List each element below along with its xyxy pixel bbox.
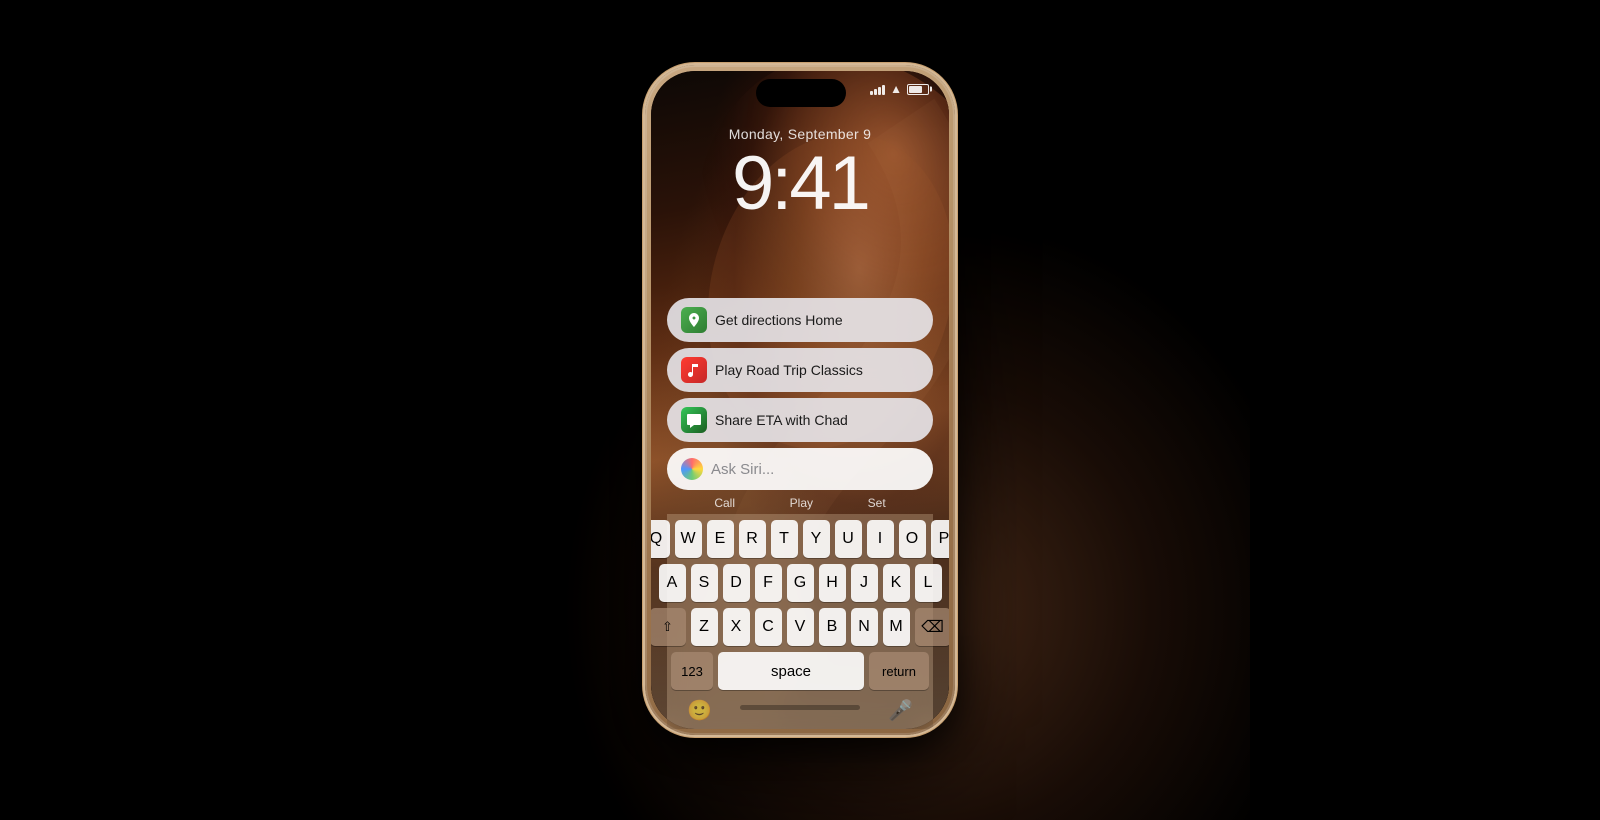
signal-icon [870, 83, 885, 95]
key-d[interactable]: D [723, 564, 750, 602]
lock-content: Monday, September 9 9:41 [651, 126, 949, 222]
signal-bar-1 [870, 91, 873, 95]
lock-time: 9:41 [651, 146, 949, 222]
keyboard-row-1: Q W E R T Y U I O P [671, 520, 929, 558]
key-i[interactable]: I [867, 520, 894, 558]
shortcut-labels: Call Play Set [667, 494, 933, 514]
microphone-button[interactable]: 🎤 [888, 698, 913, 723]
key-r[interactable]: R [739, 520, 766, 558]
key-f[interactable]: F [755, 564, 782, 602]
suggestion-directions-text: Get directions Home [715, 312, 843, 328]
key-c[interactable]: C [755, 608, 782, 646]
key-h[interactable]: H [819, 564, 846, 602]
key-w[interactable]: W [675, 520, 702, 558]
key-s[interactable]: S [691, 564, 718, 602]
screen: ▲ Monday, September 9 9:41 [651, 71, 949, 729]
key-m[interactable]: M [883, 608, 910, 646]
key-j[interactable]: J [851, 564, 878, 602]
siri-orb-icon [681, 458, 703, 480]
lock-date: Monday, September 9 [651, 126, 949, 142]
maps-icon [681, 307, 707, 333]
emoji-button[interactable]: 🙂 [687, 698, 712, 723]
iphone-frame: ▲ Monday, September 9 9:41 [645, 65, 955, 735]
shift-key[interactable]: ⇧ [651, 608, 686, 646]
keyboard-row-3: ⇧ Z X C V B N M ⌫ [671, 608, 929, 646]
scene: ▲ Monday, September 9 9:41 [0, 0, 1600, 800]
key-q[interactable]: Q [651, 520, 670, 558]
key-g[interactable]: G [787, 564, 814, 602]
key-z[interactable]: Z [691, 608, 718, 646]
home-indicator [740, 705, 860, 710]
shortcut-call: Call [714, 496, 735, 510]
suggestion-messages[interactable]: Share ETA with Chad [667, 398, 933, 442]
key-e[interactable]: E [707, 520, 734, 558]
suggestion-directions[interactable]: Get directions Home [667, 298, 933, 342]
status-right: ▲ [870, 83, 929, 95]
signal-bar-3 [878, 87, 881, 95]
battery-icon [907, 84, 929, 95]
key-v[interactable]: V [787, 608, 814, 646]
siri-area: Get directions Home Play Road Trip Class… [651, 286, 949, 729]
signal-bar-2 [874, 89, 877, 95]
siri-placeholder: Ask Siri... [711, 461, 919, 478]
shortcut-set: Set [868, 496, 886, 510]
return-key[interactable]: return [869, 652, 929, 690]
key-b[interactable]: B [819, 608, 846, 646]
key-x[interactable]: X [723, 608, 750, 646]
music-icon [681, 357, 707, 383]
suggestion-music[interactable]: Play Road Trip Classics [667, 348, 933, 392]
emoji-mic-row: 🙂 🎤 [671, 694, 929, 729]
keyboard-bottom-row: 123 space return [671, 652, 929, 690]
key-a[interactable]: A [659, 564, 686, 602]
signal-bar-4 [882, 85, 885, 95]
delete-key[interactable]: ⌫ [915, 608, 950, 646]
key-n[interactable]: N [851, 608, 878, 646]
key-y[interactable]: Y [803, 520, 830, 558]
battery-fill [909, 86, 923, 93]
keyboard: Q W E R T Y U I O P A S [667, 514, 933, 729]
suggestion-messages-text: Share ETA with Chad [715, 412, 848, 428]
key-t[interactable]: T [771, 520, 798, 558]
siri-input-bar[interactable]: Ask Siri... [667, 448, 933, 490]
key-l[interactable]: L [915, 564, 942, 602]
key-u[interactable]: U [835, 520, 862, 558]
keyboard-row-2: A S D F G H J K L [671, 564, 929, 602]
suggestion-music-text: Play Road Trip Classics [715, 362, 863, 378]
key-o[interactable]: O [899, 520, 926, 558]
dynamic-island [756, 79, 846, 107]
wifi-icon: ▲ [890, 83, 902, 95]
messages-icon [681, 407, 707, 433]
shortcut-play: Play [790, 496, 813, 510]
key-p[interactable]: P [931, 520, 950, 558]
space-key[interactable]: space [718, 652, 864, 690]
key-k[interactable]: K [883, 564, 910, 602]
status-bar: ▲ [651, 71, 949, 121]
numbers-key[interactable]: 123 [671, 652, 713, 690]
